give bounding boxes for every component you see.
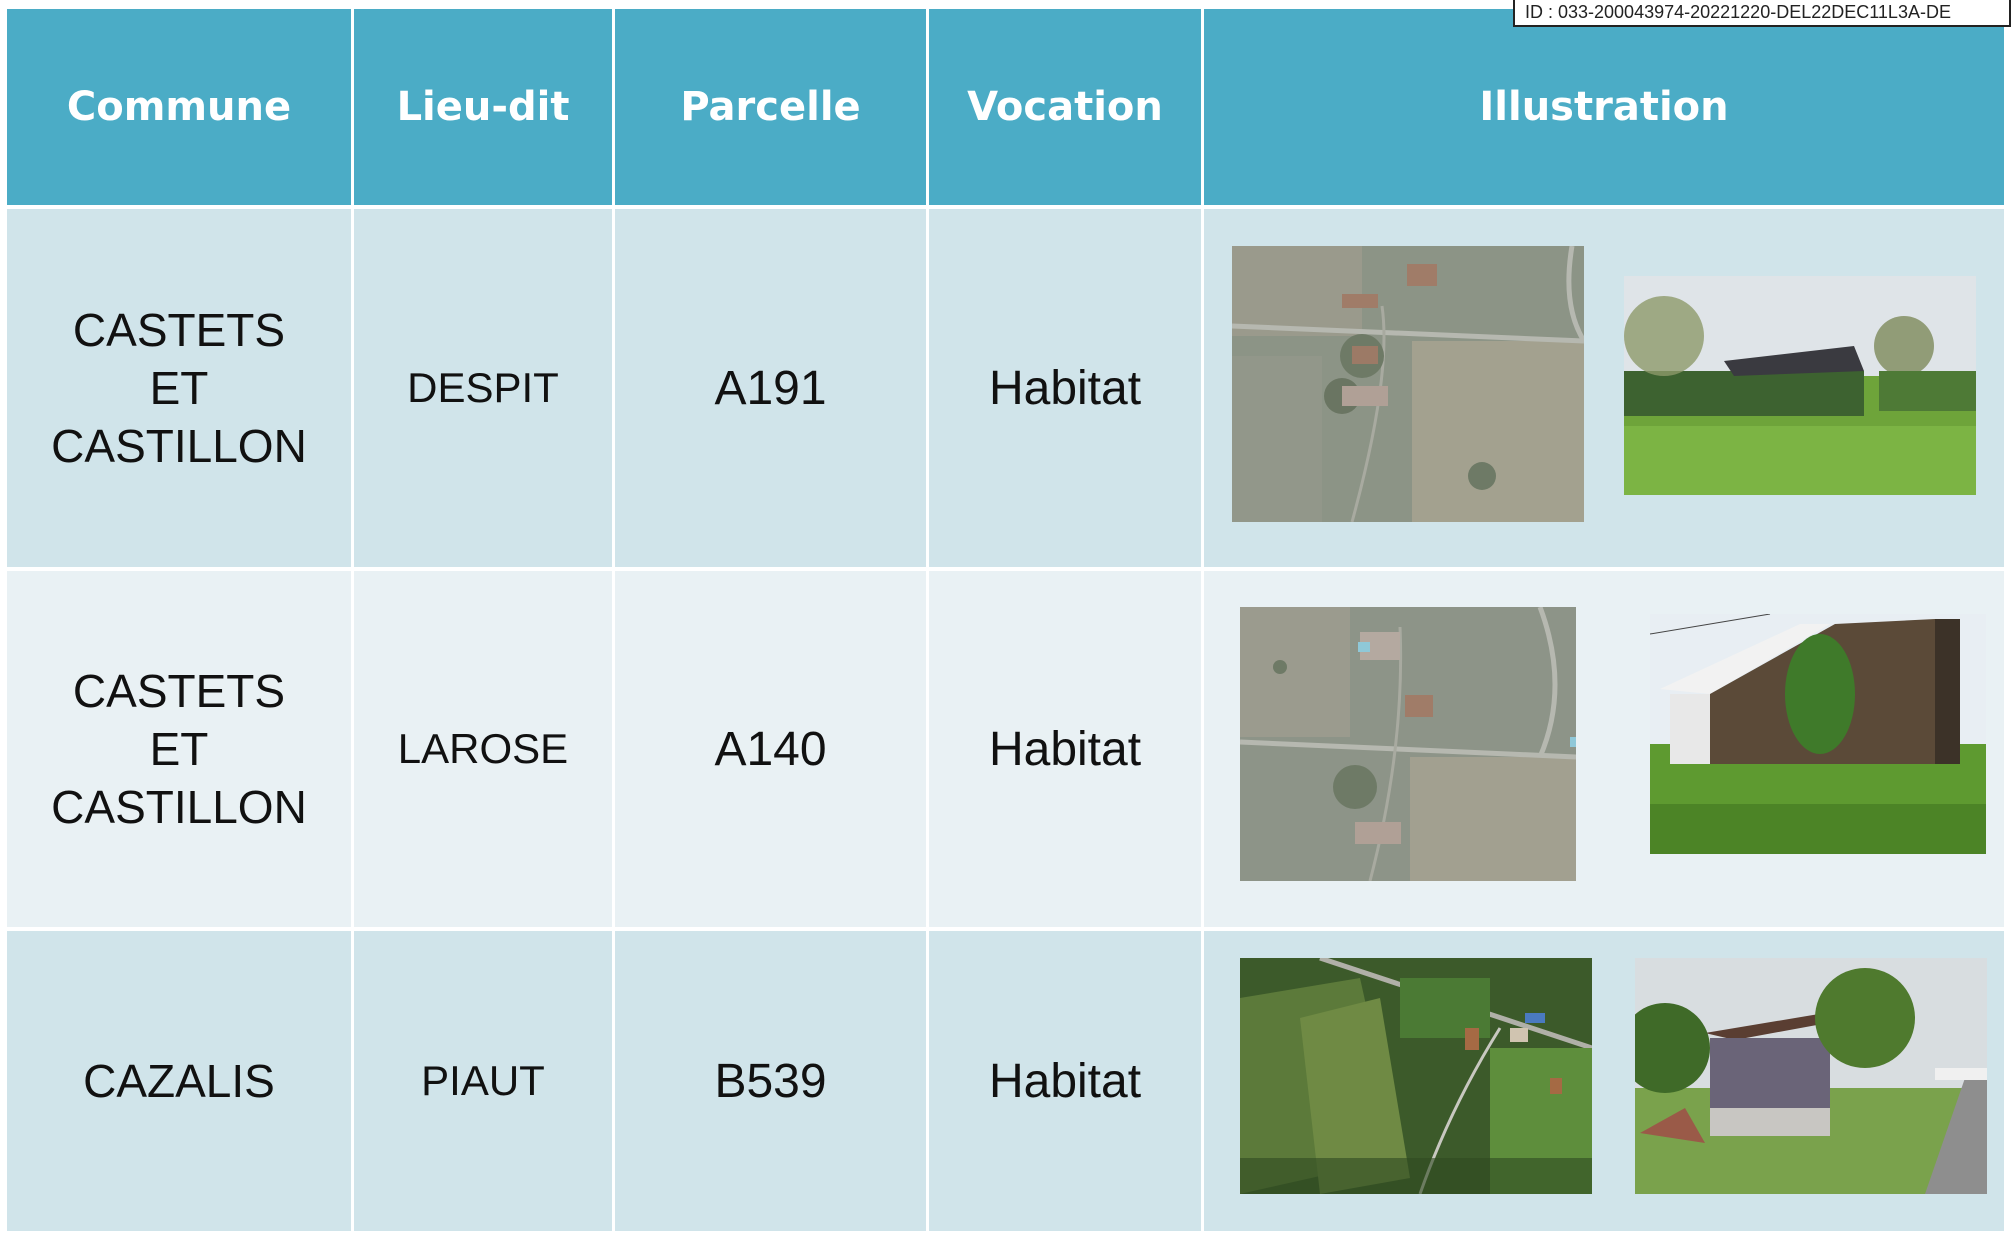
barn-photo xyxy=(1650,614,1986,854)
cell-vocation: Habitat xyxy=(929,571,1201,927)
table-header-row: Commune Lieu-dit Parcelle Vocation Illus… xyxy=(7,9,2004,205)
header-vocation: Vocation xyxy=(929,9,1201,205)
cell-illustration xyxy=(1204,931,2004,1231)
aerial-photo xyxy=(1240,607,1576,881)
cell-parcelle: A140 xyxy=(615,571,926,927)
commune-text: CASTETS ET CASTILLON xyxy=(51,304,307,472)
cell-parcelle: A191 xyxy=(615,209,926,567)
cell-lieu-dit: LAROSE xyxy=(354,571,612,927)
cell-commune: CAZALIS xyxy=(7,931,351,1231)
table-row: CASTETS ET CASTILLON DESPIT A191 Habitat xyxy=(7,209,2004,567)
commune-text: CASTETS ET CASTILLON xyxy=(51,665,307,833)
parcel-table: Commune Lieu-dit Parcelle Vocation Illus… xyxy=(4,5,2007,1235)
cell-parcelle: B539 xyxy=(615,931,926,1231)
document-id-stamp: ID : 033-200043974-20221220-DEL22DEC11L3… xyxy=(1513,0,2011,27)
cell-lieu-dit: DESPIT xyxy=(354,209,612,567)
header-commune: Commune xyxy=(7,9,351,205)
barn-photo xyxy=(1635,958,1987,1194)
header-parcelle: Parcelle xyxy=(615,9,926,205)
cell-commune: CASTETS ET CASTILLON xyxy=(7,571,351,927)
aerial-photo xyxy=(1232,246,1584,522)
cell-lieu-dit: PIAUT xyxy=(354,931,612,1231)
header-illustration: Illustration xyxy=(1204,9,2004,205)
table-row: CASTETS ET CASTILLON LAROSE A140 Habitat xyxy=(7,571,2004,927)
aerial-photo xyxy=(1240,958,1592,1194)
cell-illustration xyxy=(1204,209,2004,567)
cell-vocation: Habitat xyxy=(929,931,1201,1231)
table-row: CAZALIS PIAUT B539 Habitat xyxy=(7,931,2004,1231)
cell-illustration xyxy=(1204,571,2004,927)
cell-vocation: Habitat xyxy=(929,209,1201,567)
cell-commune: CASTETS ET CASTILLON xyxy=(7,209,351,567)
street-view-photo xyxy=(1624,276,1976,495)
header-lieu-dit: Lieu-dit xyxy=(354,9,612,205)
